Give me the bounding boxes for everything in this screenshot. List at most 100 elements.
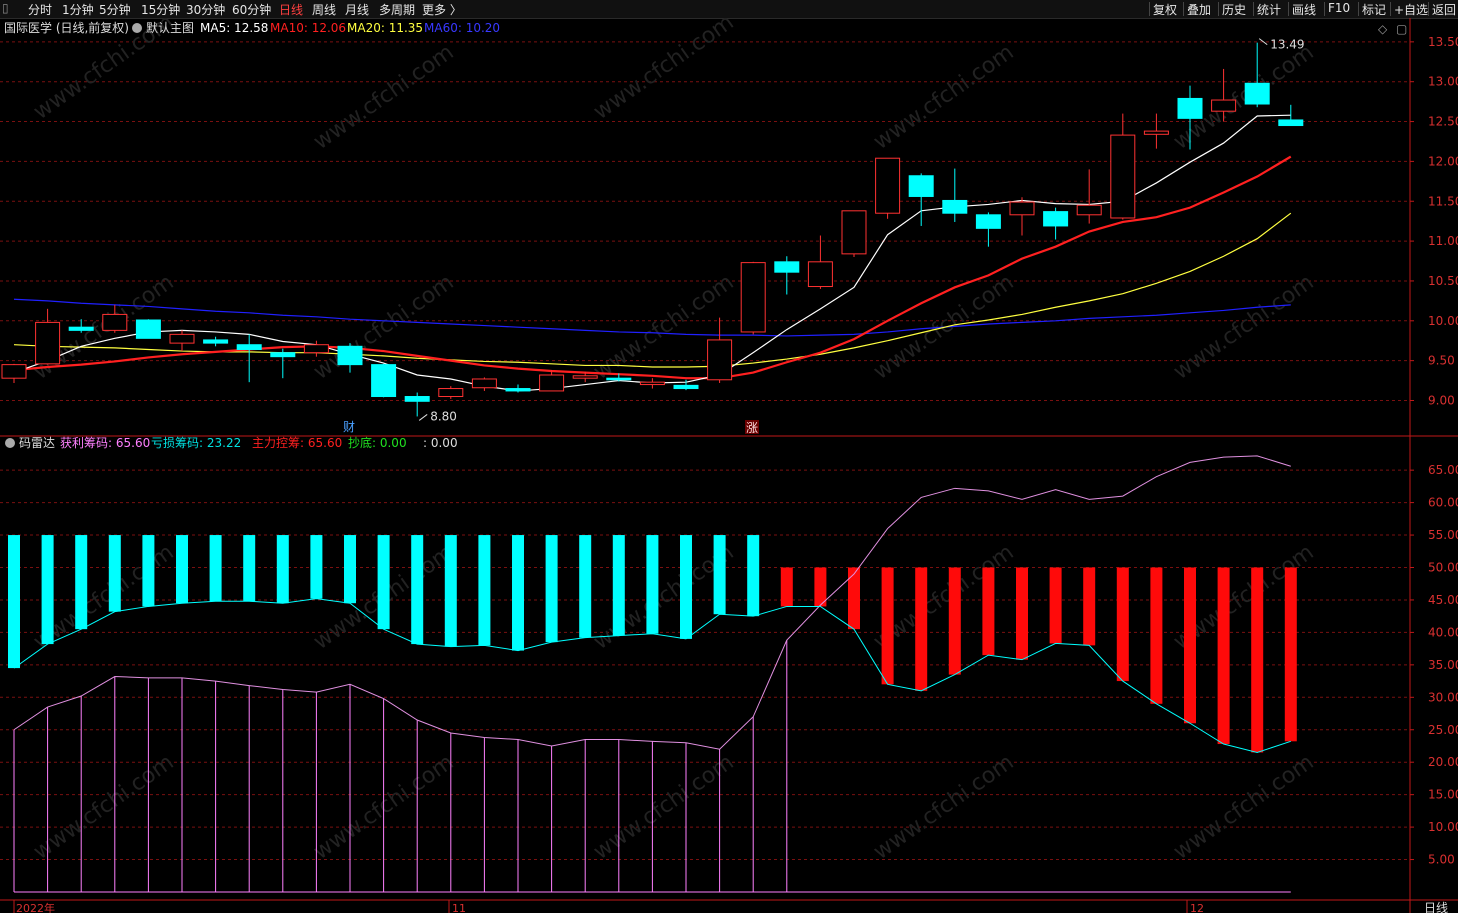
watermark: www.cfchi.com <box>1169 40 1318 155</box>
main-control-bar <box>747 535 760 617</box>
candle-body <box>639 381 665 386</box>
value-tick-label: 15.00 <box>1428 788 1458 802</box>
diamond-icon: ◇ <box>1378 22 1388 36</box>
main-control-bar <box>142 535 155 607</box>
watermark: www.cfchi.com <box>869 750 1018 865</box>
candle-body <box>471 378 497 389</box>
candle-body <box>270 352 296 358</box>
price-tick-label: 12.00 <box>1428 154 1458 168</box>
value-tick-label: 60.00 <box>1428 496 1458 510</box>
candle-body <box>740 262 766 333</box>
ma10-value: MA10: 12.06 <box>270 21 346 35</box>
candle-body <box>539 374 565 392</box>
main-control-bar <box>646 535 659 634</box>
main-control-bar <box>713 535 726 615</box>
main-control-bar <box>881 567 894 685</box>
value-tick-label: 65.00 <box>1428 463 1458 477</box>
candle-body <box>875 157 901 214</box>
main-control-bar <box>310 535 323 599</box>
watermark: www.cfchi.com <box>29 750 178 865</box>
main-control-bar <box>848 567 860 630</box>
candle-body <box>908 175 934 197</box>
window-icon: ▢ <box>1396 22 1407 36</box>
main-control-bar <box>276 535 289 604</box>
watermark: www.cfchi.com <box>589 10 738 125</box>
candle-body <box>572 375 598 379</box>
main-control-bar <box>612 535 625 636</box>
candle-body <box>841 210 867 255</box>
value-tick-label: 25.00 <box>1428 723 1458 737</box>
event-marker: 涨 <box>746 420 758 435</box>
candle-body <box>606 377 632 381</box>
bottom-value: 抄底: 0.00 <box>348 435 407 450</box>
candle-body <box>942 199 968 214</box>
value-tick-label: 35.00 <box>1428 658 1458 672</box>
value-tick-label: 20.00 <box>1428 755 1458 769</box>
watermark: www.cfchi.com <box>589 750 738 865</box>
main-control-bar <box>108 535 121 612</box>
candle-body <box>68 326 94 331</box>
main-control-bar <box>1116 567 1129 682</box>
candle-body <box>102 313 128 331</box>
indicator-icon <box>5 438 15 448</box>
candle-body <box>1143 130 1169 135</box>
price-tick-label: 12.50 <box>1428 115 1458 129</box>
main-control-bar <box>1217 567 1230 745</box>
main-control-bar <box>1016 567 1028 660</box>
template-icon <box>132 23 142 33</box>
candle-body <box>1009 201 1035 216</box>
main-control-bar <box>1083 567 1096 646</box>
event-marker: 财 <box>343 420 355 434</box>
main-control-bar <box>344 535 356 604</box>
template-name: 默认主图 <box>146 20 194 35</box>
period-label: 日线 <box>1424 901 1448 913</box>
watermark: www.cfchi.com <box>869 40 1018 155</box>
candle-body <box>1 364 27 379</box>
loss-value: 亏损筹码: 23.22 <box>151 436 241 450</box>
candle-body <box>1244 82 1270 105</box>
candle-body <box>169 333 195 344</box>
watermark: www.cfchi.com <box>1169 750 1318 865</box>
low-label: 8.80 <box>430 409 457 423</box>
candle-body <box>203 339 229 344</box>
candle-body <box>303 344 329 354</box>
price-tick-label: 13.00 <box>1428 75 1458 89</box>
candle-body <box>35 321 61 365</box>
main-control-bar <box>444 535 457 647</box>
price-tick-label: 10.50 <box>1428 274 1458 288</box>
main-control-bar <box>478 535 491 646</box>
value-tick-label: 30.00 <box>1428 690 1458 704</box>
candle-body <box>1110 134 1136 219</box>
date-label: 11 <box>452 902 466 913</box>
main-control-bar <box>209 535 222 602</box>
main-control-bar <box>243 535 256 602</box>
watermark: www.cfchi.com <box>1169 270 1318 385</box>
candle-body <box>438 388 464 398</box>
profit-value: 获利筹码: 65.60 <box>60 436 150 450</box>
candle-body <box>371 364 397 398</box>
main-control-bar <box>75 535 88 630</box>
main-control-bar <box>8 535 20 669</box>
value-tick-label: 40.00 <box>1428 625 1458 639</box>
candle-body <box>236 344 262 350</box>
indicator-name: 码雷达 <box>19 436 55 450</box>
value-tick-label: 10.00 <box>1428 820 1458 834</box>
price-tick-label: 13.50 <box>1428 35 1458 49</box>
stock-title: 国际医学 (日线,前复权) <box>4 20 129 35</box>
candle-body <box>975 214 1001 229</box>
main-control-bar <box>1184 567 1196 724</box>
high-label: 13.49 <box>1270 38 1304 52</box>
main-control-bar <box>411 535 424 645</box>
main-control-bar <box>176 535 188 604</box>
value-tick-label: 5.00 <box>1428 853 1455 867</box>
main-control-bar <box>780 567 793 607</box>
value-tick-label: 50.00 <box>1428 561 1458 575</box>
main-control-bar <box>579 535 592 638</box>
candle-body <box>1211 99 1237 112</box>
main-control-bar <box>1251 567 1264 753</box>
main-control-bar <box>915 567 928 691</box>
main-control-bar <box>1049 567 1062 644</box>
date-label: 2022年 <box>16 901 55 913</box>
date-label: 12 <box>1190 902 1204 913</box>
price-tick-label: 9.00 <box>1428 394 1455 408</box>
